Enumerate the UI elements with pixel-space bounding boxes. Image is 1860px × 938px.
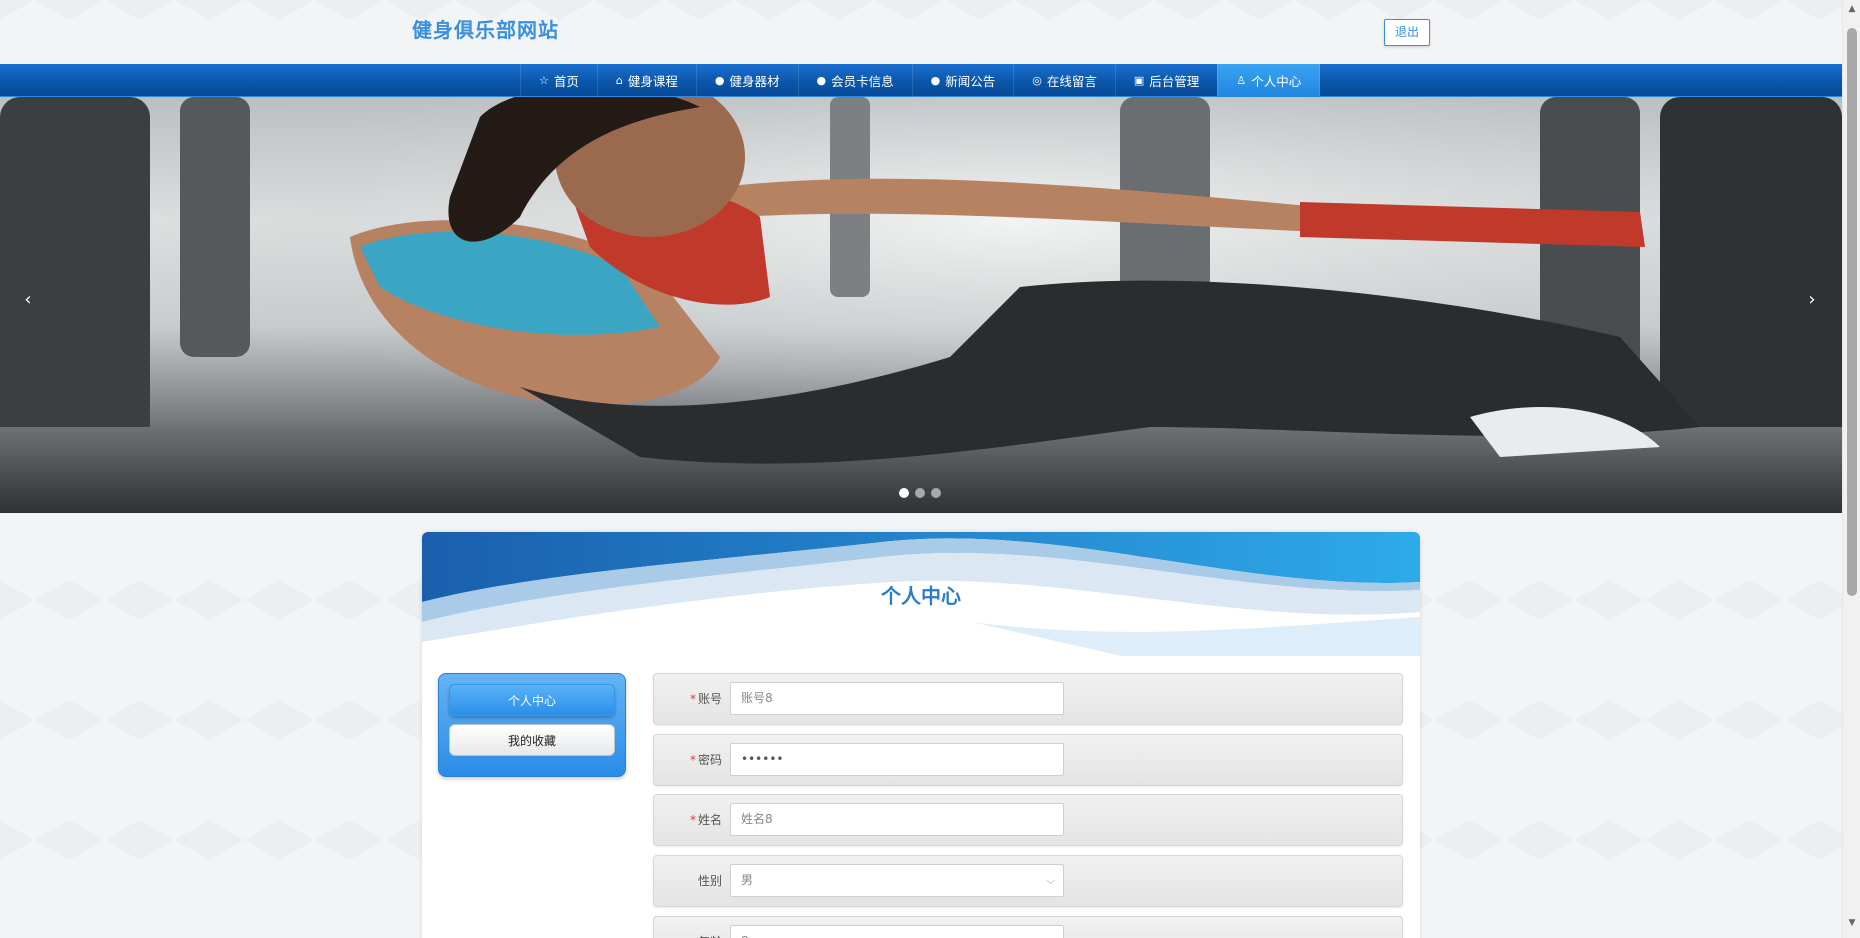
scroll-down-icon[interactable]: ▼ [1843, 918, 1860, 928]
nav-label: 会员卡信息 [831, 74, 894, 89]
banner-image [0, 97, 1842, 513]
main-nav: ☆ 首页 ⌂ 健身课程 ● 健身器材 ● 会员卡信息 ● 新闻公告 ◎ 在线留言… [0, 64, 1842, 97]
form-row-gender: 性别 男 ⌵ [653, 855, 1403, 907]
site-title: 健身俱乐部网站 [412, 18, 559, 42]
password-input[interactable]: •••••• [730, 743, 1064, 776]
nav-label: 健身器材 [729, 74, 780, 89]
side-menu: 个人中心 我的收藏 [438, 673, 626, 777]
form-row-age: 年龄 8 [653, 916, 1403, 938]
field-label: 年龄 [654, 917, 722, 938]
nav-item-profile[interactable]: ♙ 个人中心 [1217, 64, 1321, 97]
field-label: * 账号 [689, 692, 722, 706]
nav-label: 健身课程 [627, 74, 678, 89]
field-label: * 姓名 [689, 813, 722, 827]
carousel-dot[interactable] [931, 488, 941, 498]
carousel-dot[interactable] [899, 488, 909, 498]
nav-item-equipment[interactable]: ● 健身器材 [695, 64, 798, 97]
side-menu-favorites[interactable]: 我的收藏 [449, 724, 615, 756]
profile-panel: 个人中心 个人中心 我的收藏 * 账号 账号8 * 密码 •••••• * 姓名 姓名… [422, 532, 1420, 938]
field-label: * 密码 [689, 753, 722, 767]
carousel-dot[interactable] [915, 488, 925, 498]
logout-button[interactable]: 退出 [1384, 19, 1430, 46]
question-circle-icon: ● [816, 74, 827, 87]
panel-title: 个人中心 [881, 584, 961, 608]
field-label: 性别 [697, 874, 722, 888]
nav-label: 首页 [553, 74, 579, 89]
nav-label: 个人中心 [1251, 74, 1302, 89]
info-circle-icon: ● [930, 74, 941, 87]
nav-label: 后台管理 [1149, 74, 1200, 89]
banner-carousel: ‹ › [0, 97, 1842, 513]
nav-list: ☆ 首页 ⌂ 健身课程 ● 健身器材 ● 会员卡信息 ● 新闻公告 ◎ 在线留言… [520, 64, 1321, 97]
carousel-prev-arrow[interactable]: ‹ [18, 289, 38, 310]
nav-item-home[interactable]: ☆ 首页 [520, 64, 597, 97]
scroll-thumb[interactable] [1847, 28, 1857, 596]
side-menu-profile[interactable]: 个人中心 [449, 684, 615, 716]
name-input[interactable]: 姓名8 [730, 803, 1064, 836]
chevron-down-icon: ⌵ [1046, 874, 1055, 887]
user-icon: ♙ [1236, 74, 1247, 87]
account-input[interactable]: 账号8 [730, 682, 1064, 715]
nav-item-news[interactable]: ● 新闻公告 [911, 64, 1014, 97]
star-icon: ☆ [539, 74, 549, 87]
nav-label: 在线留言 [1046, 74, 1097, 89]
box-icon: ▣ [1133, 74, 1145, 87]
scroll-up-icon[interactable]: ▲ [1843, 4, 1860, 14]
globe-icon: ◎ [1032, 74, 1042, 87]
nav-item-membership[interactable]: ● 会员卡信息 [797, 64, 912, 97]
gender-select[interactable]: 男 ⌵ [730, 864, 1064, 897]
carousel-indicators [899, 488, 941, 498]
age-input[interactable]: 8 [730, 925, 1064, 938]
bag-icon: ⌂ [615, 74, 623, 87]
gender-value: 男 [741, 873, 754, 887]
nav-label: 新闻公告 [945, 74, 996, 89]
form-row-password: * 密码 •••••• [653, 734, 1403, 786]
carousel-next-arrow[interactable]: › [1802, 289, 1822, 310]
info-circle-icon: ● [714, 74, 725, 87]
nav-item-courses[interactable]: ⌂ 健身课程 [596, 64, 696, 97]
page-scrollbar[interactable]: ▲ ▼ [1842, 0, 1860, 938]
form-row-account: * 账号 账号8 [653, 673, 1403, 725]
nav-item-messages[interactable]: ◎ 在线留言 [1013, 64, 1115, 97]
form-row-name: * 姓名 姓名8 [653, 794, 1403, 846]
nav-item-admin[interactable]: ▣ 后台管理 [1114, 64, 1217, 97]
top-header: 健身俱乐部网站 退出 [0, 0, 1842, 64]
